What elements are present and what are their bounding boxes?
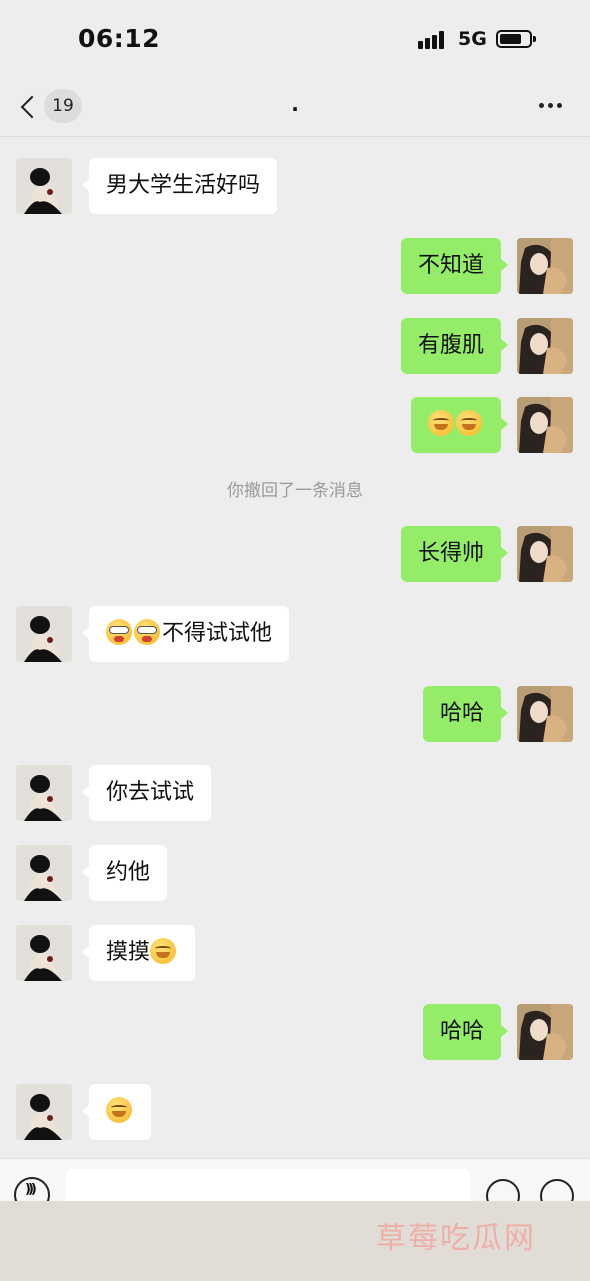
self-avatar[interactable] [517,318,573,374]
message-bubble[interactable]: 你去试试 [81,765,212,821]
message-text: 男大学生活好吗 [106,173,261,198]
message-bubble[interactable]: 有腹肌 [400,318,509,374]
chat-header: 19 . [0,80,590,137]
message-text: 哈哈 [439,701,484,726]
message-text: 你去试试 [106,780,195,805]
message-text: 摸摸 [106,940,151,965]
smirk-emoji [106,1097,132,1123]
message-bubble[interactable]: 男大学生活好吗 [81,158,278,214]
chat-title: . [291,92,299,116]
contact-avatar[interactable] [16,158,72,214]
contact-avatar[interactable] [16,606,72,662]
signal-icon [418,31,450,49]
contact-avatar[interactable] [16,765,72,821]
message-bubble[interactable]: 摸摸 [81,925,196,981]
message-bubble[interactable]: 约他 [81,845,168,901]
self-avatar[interactable] [517,686,573,742]
self-avatar[interactable] [517,238,573,294]
network-type: 5G [458,28,487,50]
message-bubble[interactable]: 哈哈 [422,1004,509,1060]
status-bar: 06:12 5G [0,0,590,80]
message-text: 哈哈 [439,1019,484,1044]
message-bubble[interactable]: 哈哈 [422,686,509,742]
self-avatar[interactable] [517,526,573,582]
self-avatar[interactable] [517,1004,573,1060]
message-bubble[interactable]: 长得帅 [400,526,509,582]
contact-avatar[interactable] [16,845,72,901]
smirk-emoji [428,410,454,436]
message-bubble[interactable]: 不得试试他 [81,606,290,662]
dizzy-emoji [106,619,132,645]
message-text: 长得帅 [417,541,484,566]
battery-icon [496,30,536,48]
message-text: 不得试试他 [162,621,273,646]
message-bubble[interactable]: 不知道 [400,238,509,294]
message-text: 有腹肌 [417,333,484,358]
message-text: 约他 [106,860,151,885]
status-time: 06:12 [78,24,161,53]
dizzy-emoji [134,619,160,645]
message-text: 不知道 [417,253,484,278]
more-button[interactable] [536,100,566,112]
bottom-panel: 草莓吃瓜网 [0,1201,590,1281]
input-bar: 草莓吃瓜网 [0,1158,590,1281]
contact-avatar[interactable] [16,1084,72,1140]
contact-avatar[interactable] [16,925,72,981]
message-bubble[interactable] [82,1084,151,1140]
smirk-emoji [456,410,482,436]
recall-notice: 你撤回了一条消息 [227,481,363,501]
self-avatar[interactable] [517,397,573,453]
battery-level [500,34,521,44]
more-dots-icon [539,103,544,108]
smirk-emoji [150,938,177,964]
message-bubble[interactable] [411,397,508,453]
watermark: 草莓吃瓜网 [376,1221,536,1256]
